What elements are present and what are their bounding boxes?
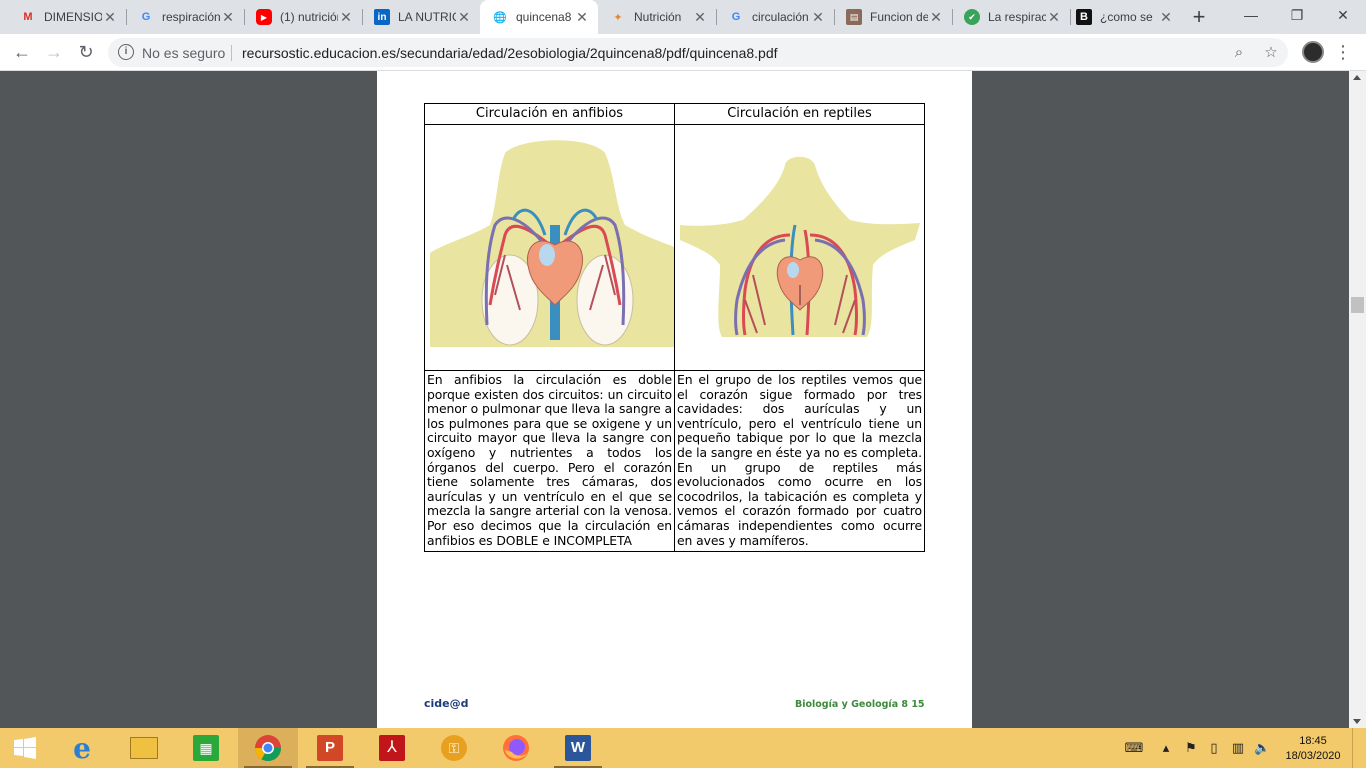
tab-title: DIMENSIONES <box>44 10 102 24</box>
google-icon: G <box>731 11 741 23</box>
windows-taskbar: e ▦ P ⅄ ⚿ W ⌨ ▴ ⚑ ▯ ▥ 🔈 18:45 18/03/2020 <box>0 728 1366 768</box>
tab-como-se[interactable]: B ¿como se ✕ <box>1064 0 1182 34</box>
gmail-icon: M <box>23 11 33 23</box>
close-icon[interactable]: ✕ <box>574 9 590 25</box>
show-desktop-button[interactable] <box>1352 728 1366 768</box>
amphibian-description: En anfibios la circulación es doble porq… <box>424 370 675 552</box>
store-icon[interactable]: ▦ <box>176 728 236 768</box>
scroll-thumb[interactable] <box>1351 297 1364 313</box>
forward-button[interactable]: → <box>42 40 66 64</box>
vpn-icon[interactable]: ⚿ <box>424 728 484 768</box>
tab-title: LA NUTRICIÓN <box>398 10 456 24</box>
clock-date: 18/03/2020 <box>1285 750 1341 762</box>
reptile-description: En el grupo de los reptiles vemos que el… <box>674 370 925 552</box>
reptile-header: Circulación en reptiles <box>674 103 925 125</box>
reload-button[interactable]: ↻ <box>74 40 98 64</box>
tab-google-circulacion[interactable]: G circulación ✕ <box>716 0 834 34</box>
amphibian-diagram <box>430 140 674 347</box>
close-icon[interactable]: ✕ <box>928 9 944 25</box>
menu-icon[interactable]: ⋮ <box>1334 40 1352 64</box>
restore-button[interactable]: ❐ <box>1274 0 1320 30</box>
url-text[interactable]: recursostic.educacion.es/secundaria/edad… <box>242 45 778 61</box>
scroll-up-icon[interactable] <box>1353 75 1361 80</box>
chrome-icon[interactable] <box>238 728 298 768</box>
network-icon[interactable]: ▥ <box>1230 740 1246 756</box>
clock[interactable]: 18:45 18/03/2020 <box>1278 734 1348 764</box>
tab-title: respiración <box>162 10 220 24</box>
tab-funcion[interactable]: ▤ Funcion de ✕ <box>834 0 952 34</box>
chevron-up-icon[interactable]: ▴ <box>1158 740 1174 756</box>
tab-title: ¿como se <box>1100 10 1153 24</box>
tab-youtube[interactable]: ▶ (1) nutrición ✕ <box>244 0 362 34</box>
star-icon[interactable]: ☆ <box>1262 44 1280 62</box>
flag-icon[interactable]: ⚑ <box>1183 740 1199 756</box>
close-icon[interactable]: ✕ <box>456 9 472 25</box>
reptile-diagram <box>680 156 920 337</box>
youtube-icon: ▶ <box>256 9 272 25</box>
clock-time: 18:45 <box>1299 735 1327 747</box>
file-explorer-icon[interactable] <box>114 728 174 768</box>
close-icon[interactable]: ✕ <box>220 9 236 25</box>
close-icon[interactable]: ✕ <box>692 9 708 25</box>
scroll-down-icon[interactable] <box>1353 719 1361 724</box>
tab-strip: M DIMENSIONES ✕ G respiración ✕ ▶ (1) nu… <box>0 0 1366 34</box>
amphibian-circulation-image <box>424 124 675 371</box>
info-icon[interactable]: i <box>118 44 134 60</box>
tab-quincena8[interactable]: 🌐 quincena8 ✕ <box>480 0 598 34</box>
tab-title: La respiración <box>988 10 1046 24</box>
close-icon[interactable]: ✕ <box>102 9 118 25</box>
browser-toolbar: ← → ↻ i No es seguro recursostic.educaci… <box>0 34 1366 71</box>
security-label[interactable]: No es seguro <box>142 45 225 61</box>
page-icon: ▤ <box>846 9 862 25</box>
new-tab-button[interactable]: + <box>1188 6 1210 28</box>
zoom-icon[interactable]: ⌕ <box>1230 44 1248 62</box>
acrobat-icon[interactable]: ⅄ <box>362 728 422 768</box>
tab-title: (1) nutrición <box>280 10 338 24</box>
tab-respiracion[interactable]: ✔ La respiración ✕ <box>952 0 1070 34</box>
linkedin-icon: in <box>374 9 390 25</box>
tab-nutricion[interactable]: ✦ Nutrición ✕ <box>598 0 716 34</box>
circulation-table: Circulación en anfibios Circulación en r… <box>424 103 925 552</box>
windows-start-icon[interactable] <box>0 728 50 768</box>
tab-title: circulación <box>752 10 809 24</box>
tab-title: Funcion de <box>870 10 928 24</box>
close-icon[interactable]: ✕ <box>338 9 354 25</box>
amphibian-header: Circulación en anfibios <box>424 103 675 125</box>
close-icon[interactable]: ✕ <box>1046 9 1062 25</box>
tab-google-respiracion[interactable]: G respiración ✕ <box>126 0 244 34</box>
bold-b-icon: B <box>1076 9 1092 25</box>
cidead-logo: cide@d <box>424 697 469 710</box>
vertical-scrollbar[interactable] <box>1349 71 1366 728</box>
profile-avatar[interactable] <box>1302 41 1324 63</box>
globe-icon: 🌐 <box>493 11 507 24</box>
back-button[interactable]: ← <box>10 40 34 64</box>
firefox-icon[interactable] <box>486 728 546 768</box>
tab-gmail[interactable]: M DIMENSIONES ✕ <box>8 0 126 34</box>
keyboard-icon[interactable]: ⌨ <box>1120 740 1148 756</box>
volume-icon[interactable]: 🔈 <box>1254 740 1270 756</box>
tab-title: Nutrición <box>634 10 682 24</box>
address-bar[interactable]: i No es seguro recursostic.educacion.es/… <box>108 38 1288 67</box>
page-footer: Biología y Geología 8 15 <box>795 699 925 710</box>
powerpoint-icon[interactable]: P <box>300 728 360 768</box>
close-window-button[interactable]: ✕ <box>1320 0 1366 30</box>
word-icon[interactable]: W <box>548 728 608 768</box>
tab-linkedin[interactable]: in LA NUTRICIÓN ✕ <box>362 0 480 34</box>
minimize-button[interactable]: — <box>1228 0 1274 30</box>
reptile-circulation-image <box>674 124 925 371</box>
puzzle-icon: ✦ <box>613 11 623 24</box>
battery-icon[interactable]: ▯ <box>1206 740 1222 756</box>
close-icon[interactable]: ✕ <box>810 9 826 25</box>
tab-title: quincena8 <box>516 10 572 24</box>
close-icon[interactable]: ✕ <box>1158 9 1174 25</box>
ie-icon[interactable]: e <box>52 728 112 768</box>
leaf-icon: ✔ <box>964 9 980 25</box>
google-icon: G <box>141 11 151 23</box>
